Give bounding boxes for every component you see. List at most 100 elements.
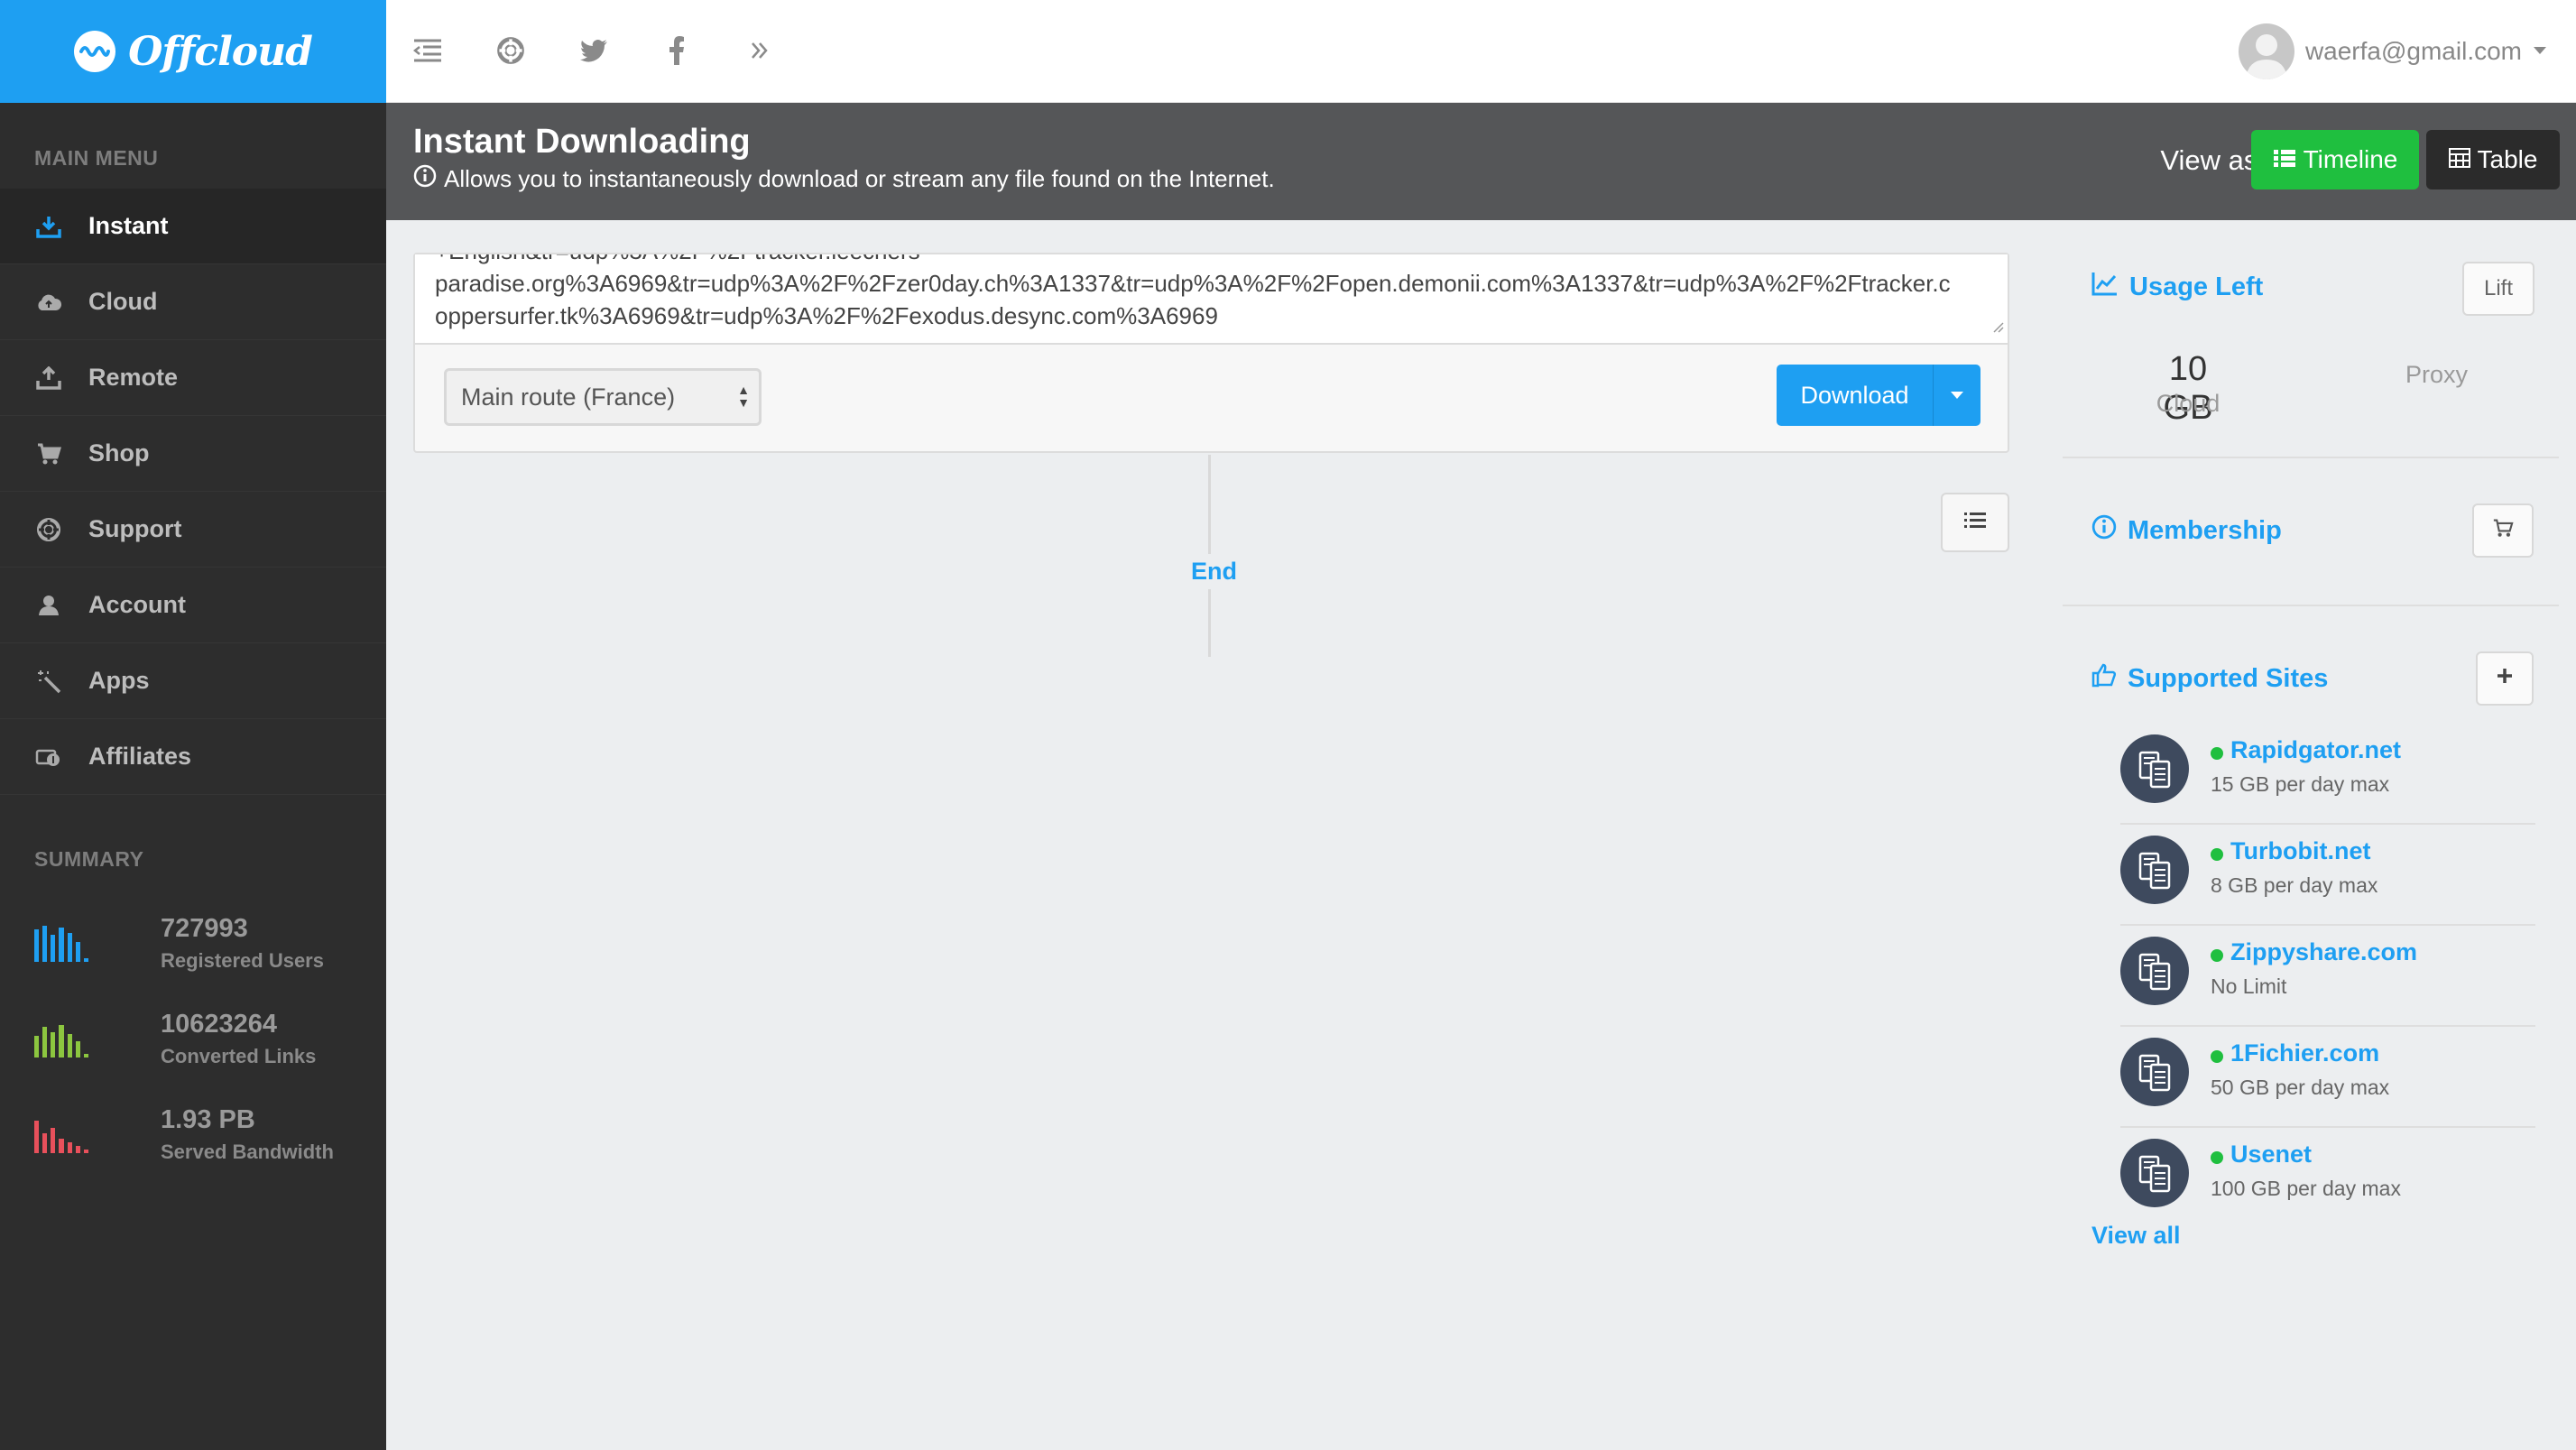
url-line: +English&tr=udp%3A%2F%2Ftracker.leechers… xyxy=(435,254,1988,267)
list-icon xyxy=(2273,145,2296,174)
stat-value: 1.93 PB xyxy=(161,1104,255,1134)
user-icon xyxy=(34,591,63,620)
stat-label: Served Bandwidth xyxy=(161,1140,334,1163)
sidebar-item-shop[interactable]: Shop xyxy=(0,416,386,492)
line-chart-icon xyxy=(2091,271,2119,303)
route-selected: Main route (France) xyxy=(461,383,676,411)
site-limit: No Limit xyxy=(2211,974,2287,998)
view-all-link[interactable]: View all xyxy=(2091,1222,2181,1250)
site-name: Turbobit.net xyxy=(2230,837,2371,864)
sidebar-item-affiliates[interactable]: Affiliates xyxy=(0,719,386,795)
site-limit: 8 GB per day max xyxy=(2211,873,2378,897)
timeline-view-button[interactable]: Timeline xyxy=(2251,130,2419,189)
main-menu-heading: MAIN MENU xyxy=(34,146,159,170)
status-dot xyxy=(2211,747,2223,760)
page-subtitle-text: Allows you to instantaneously download o… xyxy=(444,165,1275,192)
status-dot xyxy=(2211,848,2223,861)
lifebuoy-icon xyxy=(34,515,63,544)
divider xyxy=(2063,457,2559,458)
timeline-label: Timeline xyxy=(2303,145,2398,173)
sidebar-item-label: Affiliates xyxy=(88,743,192,770)
url-textarea[interactable]: +English&tr=udp%3A%2F%2Ftracker.leechers… xyxy=(415,254,2008,345)
server-icon xyxy=(2120,1038,2189,1106)
download-button[interactable]: Download xyxy=(1777,365,1934,426)
page-subtitle: Allows you to instantaneously download o… xyxy=(413,164,1275,194)
membership-label: Membership xyxy=(2128,515,2282,545)
sidebar-item-account[interactable]: Account xyxy=(0,568,386,643)
bar-chart-icon xyxy=(34,1020,88,1057)
usage-left-title: Usage Left xyxy=(2091,271,2263,303)
sidebar-item-support[interactable]: Support xyxy=(0,492,386,568)
membership-cart-button[interactable] xyxy=(2472,503,2534,558)
lifebuoy-icon[interactable] xyxy=(493,32,529,69)
facebook-icon[interactable] xyxy=(659,32,695,69)
server-icon xyxy=(2120,836,2189,904)
sidebar-item-instant[interactable]: Instant xyxy=(0,189,386,264)
stat-label: Registered Users xyxy=(161,948,324,972)
site-limit: 15 GB per day max xyxy=(2211,772,2390,796)
sidebar-item-remote[interactable]: Remote xyxy=(0,340,386,416)
site-name: 1Fichier.com xyxy=(2230,1039,2380,1067)
list-toggle-button[interactable] xyxy=(1941,493,2009,552)
status-dot xyxy=(2211,949,2223,962)
twitter-icon[interactable] xyxy=(576,32,612,69)
cloud-upload-icon xyxy=(34,288,63,317)
select-arrows-icon: ▲ ▼ xyxy=(737,383,750,410)
upload-tray-icon xyxy=(34,364,63,393)
stat-registered-users: 727993 Registered Users xyxy=(0,895,386,991)
double-chevron-right-icon[interactable] xyxy=(742,32,778,69)
list-item[interactable]: Usenet 100 GB per day max xyxy=(2120,1128,2535,1229)
avatar xyxy=(2238,23,2294,79)
url-line: oppersurfer.tk%3A6969&tr=udp%3A%2F%2Fexo… xyxy=(435,302,1218,329)
supported-sites-label: Supported Sites xyxy=(2128,663,2329,693)
sidebar-item-apps[interactable]: Apps xyxy=(0,643,386,719)
site-limit: 50 GB per day max xyxy=(2211,1076,2390,1099)
usage-left-label: Usage Left xyxy=(2129,272,2264,301)
cart-icon xyxy=(2492,518,2514,544)
download-options-caret[interactable] xyxy=(1934,365,1980,426)
list-item[interactable]: 1Fichier.com 50 GB per day max xyxy=(2120,1027,2535,1128)
sidebar-item-cloud[interactable]: Cloud xyxy=(0,264,386,340)
server-icon xyxy=(2120,734,2189,803)
table-view-button[interactable]: Table xyxy=(2426,130,2560,189)
summary-heading: SUMMARY xyxy=(34,847,144,871)
stat-served-bandwidth: 1.93 PB Served Bandwidth xyxy=(0,1086,386,1182)
add-site-button[interactable] xyxy=(2476,651,2534,706)
offcloud-logo-icon xyxy=(74,31,116,72)
table-icon xyxy=(2448,145,2470,174)
list-item[interactable]: Turbobit.net 8 GB per day max xyxy=(2120,825,2535,926)
resize-handle-icon[interactable] xyxy=(1991,309,2004,341)
download-panel: +English&tr=udp%3A%2F%2Ftracker.leechers… xyxy=(413,253,2009,453)
list-item[interactable]: Zippyshare.com No Limit xyxy=(2120,926,2535,1027)
supported-sites-title: Supported Sites xyxy=(2091,662,2328,695)
top-bar: waerfa@gmail.com xyxy=(386,0,2576,103)
bar-chart-icon xyxy=(34,1115,88,1153)
sidebar-item-label: Cloud xyxy=(88,288,158,315)
user-menu[interactable]: waerfa@gmail.com xyxy=(2238,23,2547,79)
site-limit: 100 GB per day max xyxy=(2211,1177,2401,1200)
collapse-menu-icon[interactable] xyxy=(410,32,446,69)
site-name: Zippyshare.com xyxy=(2230,938,2418,965)
timeline-end-label: End xyxy=(1189,554,1239,589)
table-label: Table xyxy=(2477,145,2538,173)
cloud-usage-label: Cloud xyxy=(2156,390,2221,417)
sidebar: Offcloud MAIN MENU Instant Cloud Remote … xyxy=(0,0,386,1450)
sidebar-item-label: Shop xyxy=(88,439,150,466)
status-dot xyxy=(2211,1151,2223,1164)
list-icon xyxy=(1963,511,1987,535)
server-icon xyxy=(2120,1139,2189,1207)
info-circle-icon xyxy=(2091,514,2117,547)
list-item[interactable]: Rapidgator.net 15 GB per day max xyxy=(2120,724,2535,825)
download-tray-icon xyxy=(34,212,63,241)
url-line: paradise.org%3A6969&tr=udp%3A%2F%2Fzer0d… xyxy=(435,270,1951,297)
stat-label: Converted Links xyxy=(161,1044,317,1067)
route-select[interactable]: Main route (France) ▲ ▼ xyxy=(444,368,762,426)
brand-name: Offcloud xyxy=(128,28,313,75)
lift-button[interactable]: Lift xyxy=(2462,262,2534,316)
view-as-label: View as: xyxy=(2160,144,2266,176)
sidebar-item-label: Account xyxy=(88,591,186,618)
stat-value: 10623264 xyxy=(161,1009,278,1039)
stat-value: 727993 xyxy=(161,913,248,943)
sidebar-item-label: Support xyxy=(88,515,182,542)
logo[interactable]: Offcloud xyxy=(0,0,386,103)
